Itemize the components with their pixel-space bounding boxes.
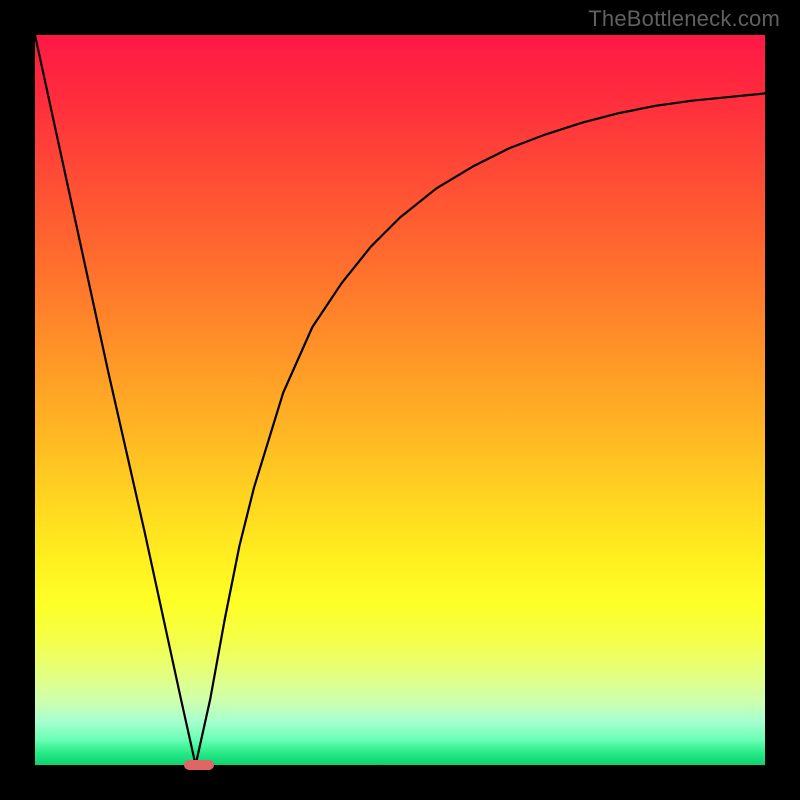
curve-svg <box>35 35 765 765</box>
plot-area <box>35 35 765 765</box>
trough-marker <box>184 760 214 771</box>
bottleneck-curve <box>35 35 765 765</box>
watermark-text: TheBottleneck.com <box>588 6 780 32</box>
chart-frame: TheBottleneck.com <box>0 0 800 800</box>
